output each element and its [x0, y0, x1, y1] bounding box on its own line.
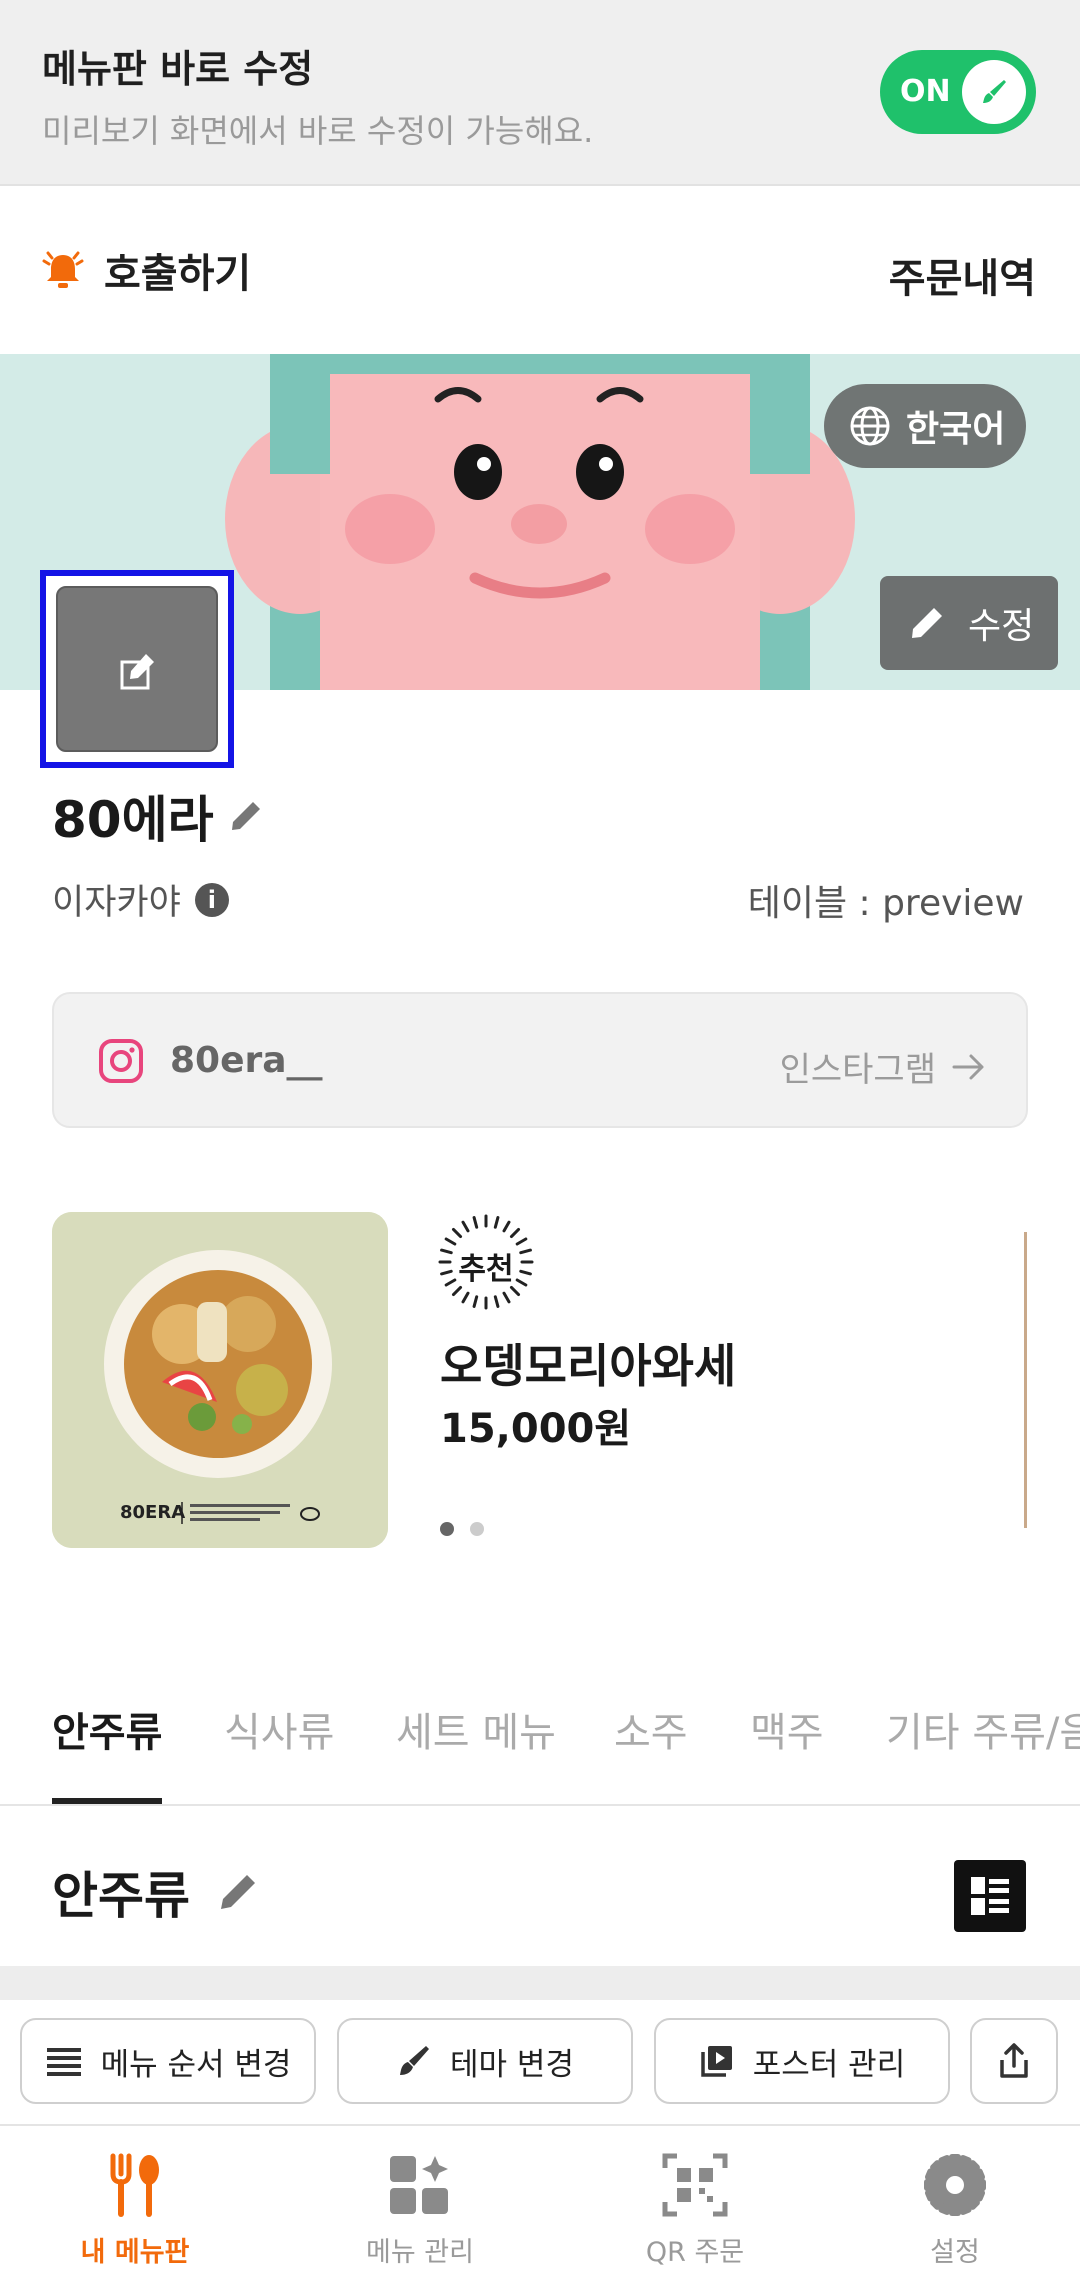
gear-icon — [924, 2154, 986, 2216]
manage-poster-label: 포스터 관리 — [752, 2046, 906, 2083]
edit-banner-label: 수정 — [968, 606, 1035, 647]
fork-knife-icon — [110, 2153, 159, 2217]
call-staff-button[interactable]: 호출하기 — [40, 242, 251, 298]
toggle-knob — [962, 60, 1026, 124]
brush-icon — [400, 2046, 430, 2075]
language-label: 한국어 — [906, 409, 1006, 450]
section-divider — [0, 1966, 1080, 2000]
language-button[interactable]: 한국어 — [824, 384, 1026, 468]
next-card-edge — [1024, 1232, 1027, 1528]
bell-icon — [42, 251, 84, 288]
tab-other-drinks[interactable]: 기타 주류/음 — [886, 1700, 1080, 1758]
nav-qr-order[interactable]: QR 주문 — [560, 2126, 830, 2281]
reorder-menu-label: 메뉴 순서 변경 — [100, 2046, 292, 2083]
tab-soju[interactable]: 소주 — [614, 1700, 688, 1758]
qr-icon — [662, 2153, 728, 2217]
top-action-row: 호출하기 주문내역 — [0, 188, 1080, 354]
logo-edit-button[interactable] — [56, 586, 218, 752]
nav-settings[interactable]: 설정 — [820, 2126, 1080, 2281]
active-tab-indicator — [52, 1798, 162, 1804]
tab-beer[interactable]: 맥주 — [750, 1700, 824, 1758]
recommended-badge: 추천 — [436, 1212, 536, 1312]
image-edit-icon — [120, 654, 154, 690]
edit-mode-toggle[interactable]: ON — [880, 50, 1036, 134]
brush-icon — [983, 80, 1006, 103]
store-category-text: 이자카야 — [52, 883, 181, 923]
layout-toggle-button[interactable] — [954, 1860, 1026, 1932]
info-icon[interactable]: i — [194, 882, 229, 917]
store-category: 이자카야 i — [52, 874, 229, 925]
instagram-handle: 80era__ — [170, 1040, 323, 1081]
nav-settings-label: 설정 — [930, 2237, 980, 2268]
reorder-menu-button[interactable]: 메뉴 순서 변경 — [20, 2018, 316, 2104]
call-staff-label: 호출하기 — [104, 251, 252, 297]
list-layout-icon — [971, 1877, 1009, 1915]
store-name[interactable]: 80에라 — [52, 780, 264, 852]
instagram-label: 인스타그램 — [779, 1050, 936, 1090]
edit-mode-subtitle: 미리보기 화면에서 바로 수정이 가능해요. — [42, 112, 594, 150]
oden-dish-image: 80ERA — [52, 1212, 388, 1548]
svg-text:80ERA: 80ERA — [120, 1502, 185, 1523]
section-title: 안주류 — [52, 1856, 260, 1928]
instagram-link[interactable]: 80era__ 인스타그램 — [52, 992, 1028, 1128]
featured-menu-image[interactable]: 80ERA — [52, 1212, 388, 1548]
carousel-indicator — [440, 1522, 500, 1536]
edit-mode-bar: 메뉴판 바로 수정 미리보기 화면에서 바로 수정이 가능해요. ON — [0, 0, 1080, 186]
share-button[interactable] — [970, 2018, 1058, 2104]
change-theme-label: 테마 변경 — [450, 2046, 574, 2083]
list-icon — [46, 2048, 81, 2076]
tab-meals[interactable]: 식사류 — [224, 1700, 334, 1758]
logo-edit-highlight — [40, 570, 234, 768]
grid-sparkle-icon — [390, 2156, 448, 2214]
instagram-link-label: 인스타그램 — [780, 1042, 986, 1091]
nav-my-menu[interactable]: 내 메뉴판 — [0, 2126, 270, 2281]
bottom-navigation: 내 메뉴판 메뉴 관리 QR 주문 설정 — [0, 2124, 1080, 2281]
store-name-text: 80에라 — [52, 791, 214, 849]
share-icon — [1000, 2043, 1028, 2078]
nav-menu-management[interactable]: 메뉴 관리 — [285, 2126, 555, 2281]
instagram-icon — [99, 1039, 143, 1083]
featured-menu-name[interactable]: 오뎅모리아와세 — [440, 1330, 736, 1396]
pencil-icon — [912, 608, 942, 638]
globe-icon — [850, 406, 890, 446]
arrow-right-icon — [952, 1054, 984, 1079]
video-library-icon — [701, 2046, 732, 2077]
nav-qr-order-label: QR 주문 — [645, 2237, 745, 2268]
carousel-dot[interactable] — [470, 1522, 484, 1536]
edit-mode-title: 메뉴판 바로 수정 — [42, 47, 314, 91]
category-tabs: 안주류 식사류 세트 메뉴 소주 맥주 기타 주류/음 — [0, 1680, 1080, 1806]
edit-banner-button[interactable]: 수정 — [880, 576, 1058, 670]
tab-set-menu[interactable]: 세트 메뉴 — [396, 1700, 556, 1758]
order-history-link[interactable]: 주문내역 — [889, 246, 1036, 304]
section-title-text: 안주류 — [52, 1867, 190, 1925]
carousel-dot[interactable] — [440, 1522, 454, 1536]
pencil-icon[interactable] — [216, 1870, 260, 1914]
tab-anju[interactable]: 안주류 — [52, 1700, 162, 1758]
pencil-icon[interactable] — [228, 798, 264, 834]
recommended-label: 추천 — [458, 1252, 514, 1287]
nav-menu-management-label: 메뉴 관리 — [366, 2237, 474, 2268]
action-bar: 메뉴 순서 변경 테마 변경 포스터 관리 — [0, 2000, 1080, 2124]
nav-my-menu-label: 내 메뉴판 — [80, 2237, 190, 2268]
featured-menu-price: 15,000원 — [440, 1406, 632, 1452]
toggle-label: ON — [900, 74, 951, 109]
table-label: 테이블 : preview — [747, 883, 1024, 924]
manage-poster-button[interactable]: 포스터 관리 — [654, 2018, 950, 2104]
change-theme-button[interactable]: 테마 변경 — [337, 2018, 633, 2104]
